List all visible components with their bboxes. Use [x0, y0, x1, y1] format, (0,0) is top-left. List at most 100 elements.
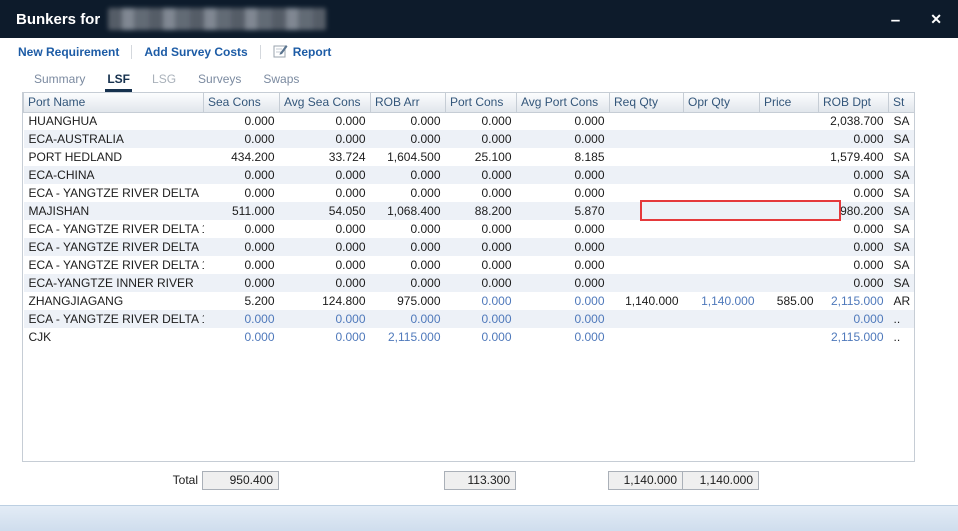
- value-cell[interactable]: [760, 238, 819, 256]
- report-button[interactable]: Report: [293, 45, 332, 59]
- value-cell[interactable]: 2,038.700: [819, 112, 889, 130]
- value-cell[interactable]: 0.000: [446, 310, 517, 328]
- table-row[interactable]: PORT HEDLAND434.20033.7241,604.50025.100…: [24, 148, 915, 166]
- value-cell[interactable]: [610, 310, 684, 328]
- value-cell[interactable]: [684, 166, 760, 184]
- column-header[interactable]: ROB Dpt: [819, 93, 889, 112]
- value-cell[interactable]: [760, 256, 819, 274]
- value-cell[interactable]: 0.000: [517, 130, 610, 148]
- port-name-cell[interactable]: PORT HEDLAND: [24, 148, 204, 166]
- tab-lsf[interactable]: LSF: [105, 72, 132, 92]
- value-cell[interactable]: 0.000: [280, 328, 371, 346]
- value-cell[interactable]: [684, 238, 760, 256]
- value-cell[interactable]: 0.000: [517, 328, 610, 346]
- column-header[interactable]: Avg Port Cons: [517, 93, 610, 112]
- value-cell[interactable]: 0.000: [280, 112, 371, 130]
- value-cell[interactable]: 0.000: [280, 238, 371, 256]
- value-cell[interactable]: [684, 148, 760, 166]
- value-cell[interactable]: 0.000: [517, 166, 610, 184]
- add-survey-costs-button[interactable]: Add Survey Costs: [144, 45, 247, 59]
- value-cell[interactable]: 511.000: [204, 202, 280, 220]
- value-cell[interactable]: [684, 310, 760, 328]
- value-cell[interactable]: 5.200: [204, 292, 280, 310]
- table-row[interactable]: CJK0.0000.0002,115.0000.0000.0002,115.00…: [24, 328, 915, 346]
- table-row[interactable]: ECA - YANGTZE RIVER DELTA 1O(0.0000.0000…: [24, 220, 915, 238]
- value-cell[interactable]: SA: [889, 274, 915, 292]
- value-cell[interactable]: 0.000: [204, 274, 280, 292]
- value-cell[interactable]: 8.185: [517, 148, 610, 166]
- value-cell[interactable]: 0.000: [371, 130, 446, 148]
- value-cell[interactable]: 0.000: [446, 112, 517, 130]
- column-header[interactable]: Port Name: [24, 93, 204, 112]
- port-name-cell[interactable]: MAJISHAN: [24, 202, 204, 220]
- value-cell[interactable]: 0.000: [517, 292, 610, 310]
- value-cell[interactable]: 2,115.000: [371, 328, 446, 346]
- value-cell[interactable]: 25.100: [446, 148, 517, 166]
- value-cell[interactable]: 0.000: [819, 238, 889, 256]
- column-header[interactable]: Sea Cons: [204, 93, 280, 112]
- port-name-cell[interactable]: HUANGHUA: [24, 112, 204, 130]
- value-cell[interactable]: ..: [889, 328, 915, 346]
- value-cell[interactable]: [610, 130, 684, 148]
- value-cell[interactable]: [760, 274, 819, 292]
- column-header[interactable]: Avg Sea Cons: [280, 93, 371, 112]
- value-cell[interactable]: 2,115.000: [819, 292, 889, 310]
- value-cell[interactable]: 0.000: [204, 310, 280, 328]
- value-cell[interactable]: SA: [889, 112, 915, 130]
- value-cell[interactable]: 0.000: [280, 130, 371, 148]
- minimize-button[interactable]: –: [891, 11, 900, 28]
- value-cell[interactable]: [760, 310, 819, 328]
- value-cell[interactable]: 0.000: [371, 274, 446, 292]
- value-cell[interactable]: [610, 166, 684, 184]
- value-cell[interactable]: SA: [889, 202, 915, 220]
- value-cell[interactable]: 0.000: [371, 310, 446, 328]
- value-cell[interactable]: 434.200: [204, 148, 280, 166]
- value-cell[interactable]: 585.00: [760, 292, 819, 310]
- tab-summary[interactable]: Summary: [32, 72, 87, 92]
- column-header[interactable]: Opr Qty: [684, 93, 760, 112]
- value-cell[interactable]: 0.000: [517, 184, 610, 202]
- table-row[interactable]: ECA-CHINA0.0000.0000.0000.0000.0000.000S…: [24, 166, 915, 184]
- port-name-cell[interactable]: ECA-YANGTZE INNER RIVER: [24, 274, 204, 292]
- table-row[interactable]: ECA - YANGTZE RIVER DELTA 1O(0.0000.0000…: [24, 310, 915, 328]
- value-cell[interactable]: 0.000: [517, 238, 610, 256]
- value-cell[interactable]: 1,140.000: [610, 292, 684, 310]
- value-cell[interactable]: 0.000: [517, 112, 610, 130]
- value-cell[interactable]: 5.870: [517, 202, 610, 220]
- value-cell[interactable]: 0.000: [517, 256, 610, 274]
- value-cell[interactable]: 0.000: [819, 256, 889, 274]
- value-cell[interactable]: 0.000: [280, 166, 371, 184]
- value-cell[interactable]: 0.000: [371, 238, 446, 256]
- value-cell[interactable]: [760, 166, 819, 184]
- value-cell[interactable]: 54.050: [280, 202, 371, 220]
- value-cell[interactable]: [684, 130, 760, 148]
- value-cell[interactable]: 0.000: [204, 238, 280, 256]
- value-cell[interactable]: SA: [889, 220, 915, 238]
- value-cell[interactable]: 0.000: [446, 274, 517, 292]
- value-cell[interactable]: [610, 328, 684, 346]
- value-cell[interactable]: 1,579.400: [819, 148, 889, 166]
- value-cell[interactable]: 0.000: [204, 256, 280, 274]
- value-cell[interactable]: 0.000: [819, 310, 889, 328]
- value-cell[interactable]: 0.000: [204, 328, 280, 346]
- value-cell[interactable]: 0.000: [204, 184, 280, 202]
- value-cell[interactable]: [610, 112, 684, 130]
- value-cell[interactable]: [760, 130, 819, 148]
- value-cell[interactable]: 0.000: [280, 310, 371, 328]
- value-cell[interactable]: [760, 220, 819, 238]
- value-cell[interactable]: 0.000: [819, 130, 889, 148]
- value-cell[interactable]: 0.000: [819, 166, 889, 184]
- value-cell[interactable]: 0.000: [280, 184, 371, 202]
- port-name-cell[interactable]: ZHANGJIAGANG: [24, 292, 204, 310]
- value-cell[interactable]: 0.000: [371, 166, 446, 184]
- tab-lsg[interactable]: LSG: [150, 72, 178, 92]
- value-cell[interactable]: [684, 112, 760, 130]
- value-cell[interactable]: [684, 220, 760, 238]
- value-cell[interactable]: 0.000: [517, 274, 610, 292]
- value-cell[interactable]: 0.000: [204, 220, 280, 238]
- value-cell[interactable]: SA: [889, 238, 915, 256]
- value-cell[interactable]: 0.000: [204, 112, 280, 130]
- value-cell[interactable]: 124.800: [280, 292, 371, 310]
- value-cell[interactable]: [610, 238, 684, 256]
- tab-swaps[interactable]: Swaps: [261, 72, 301, 92]
